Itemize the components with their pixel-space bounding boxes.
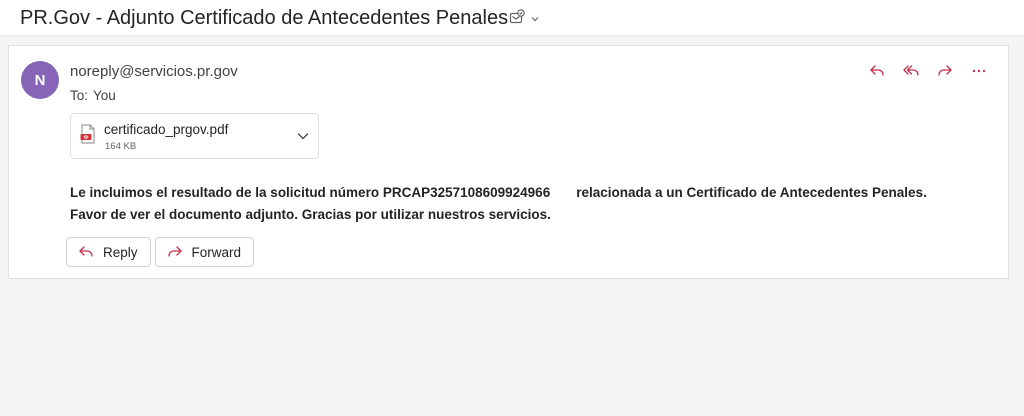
reply-button-label: Reply [103,244,138,260]
forward-button[interactable]: Forward [154,237,255,267]
forward-button-label: Forward [191,244,242,260]
attachment-name: certificado_prgov.pdf [104,122,229,137]
reply-action-button[interactable] [866,60,888,82]
body-line-1-part-a: Le incluimos el resultado de la solicitu… [70,185,551,200]
message-actions [866,60,990,82]
reply-all-action-button[interactable] [900,60,922,82]
forward-icon [938,65,952,76]
body-line-1: Le incluimos el resultado de la solicitu… [70,182,1000,204]
sender-address[interactable]: noreply@servicios.pr.gov [70,63,238,80]
reply-button[interactable]: Reply [66,237,151,267]
more-actions-button[interactable] [968,60,990,82]
more-icon [972,69,986,73]
reply-icon [870,65,884,76]
subject-bar: PR.Gov - Adjunto Certificado de Antecede… [0,0,1024,36]
message-card: N noreply@servicios.pr.gov To: You certi… [8,45,1009,279]
tag-icon[interactable] [508,8,526,31]
to-label: To: [70,88,89,103]
forward-action-button[interactable] [934,60,956,82]
attachment-size: 164 KB [105,141,137,152]
forward-icon [166,243,184,261]
to-value[interactable]: You [93,88,116,103]
email-subject: PR.Gov - Adjunto Certificado de Antecede… [20,7,509,29]
avatar[interactable]: N [21,61,59,99]
chevron-down-icon[interactable] [530,11,540,29]
pdf-icon [80,124,96,149]
recipient-line: To: You [70,88,116,103]
body-line-2: Favor de ver el documento adjunto. Graci… [70,207,551,222]
reply-row: Reply Forward [66,237,255,267]
attachment-card[interactable]: certificado_prgov.pdf 164 KB [70,113,319,159]
reply-icon [77,243,95,261]
reply-all-icon [903,65,919,76]
body-line-1-part-b: relacionada a un Certificado de Antecede… [576,185,927,200]
category-menu[interactable] [508,8,540,31]
message-body: Le incluimos el resultado de la solicitu… [70,182,1000,226]
chevron-down-icon[interactable] [296,129,310,148]
